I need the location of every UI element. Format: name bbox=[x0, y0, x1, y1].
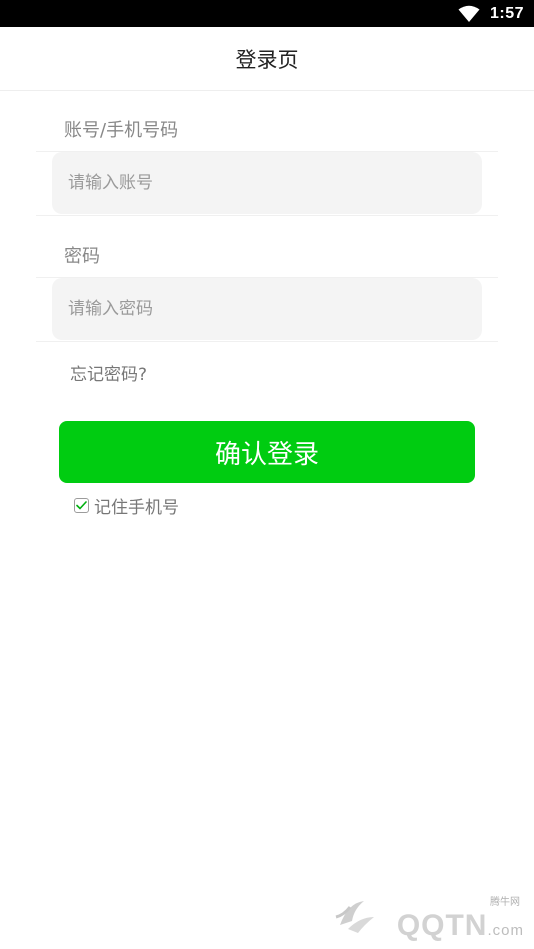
watermark-brand: QQTN.com bbox=[397, 909, 524, 943]
page-title: 登录页 bbox=[235, 47, 299, 72]
account-input[interactable] bbox=[52, 152, 482, 214]
password-label: 密码 bbox=[64, 246, 100, 267]
watermark-suffix: .com bbox=[487, 922, 524, 939]
checkbox-checked-icon[interactable] bbox=[74, 498, 89, 513]
login-button[interactable]: 确认登录 bbox=[59, 421, 475, 483]
page-header: 登录页 bbox=[0, 27, 534, 91]
status-bar: 1:57 bbox=[0, 0, 534, 27]
watermark-site-name: 腾牛网 bbox=[490, 897, 520, 908]
wifi-icon bbox=[458, 5, 480, 23]
divider bbox=[36, 215, 498, 216]
status-time: 1:57 bbox=[489, 4, 524, 22]
remember-phone-label: 记住手机号 bbox=[94, 498, 179, 518]
remember-phone-checkbox[interactable]: 记住手机号 bbox=[74, 493, 179, 518]
watermark-brand-text: QQTN bbox=[396, 909, 488, 942]
divider bbox=[36, 341, 498, 342]
account-label: 账号/手机号码 bbox=[64, 120, 179, 141]
forgot-password-link[interactable]: 忘记密码? bbox=[70, 360, 147, 385]
watermark-logo-icon bbox=[334, 895, 378, 939]
password-input[interactable] bbox=[52, 278, 482, 340]
watermark: 腾牛网 QQTN.com bbox=[326, 891, 526, 943]
